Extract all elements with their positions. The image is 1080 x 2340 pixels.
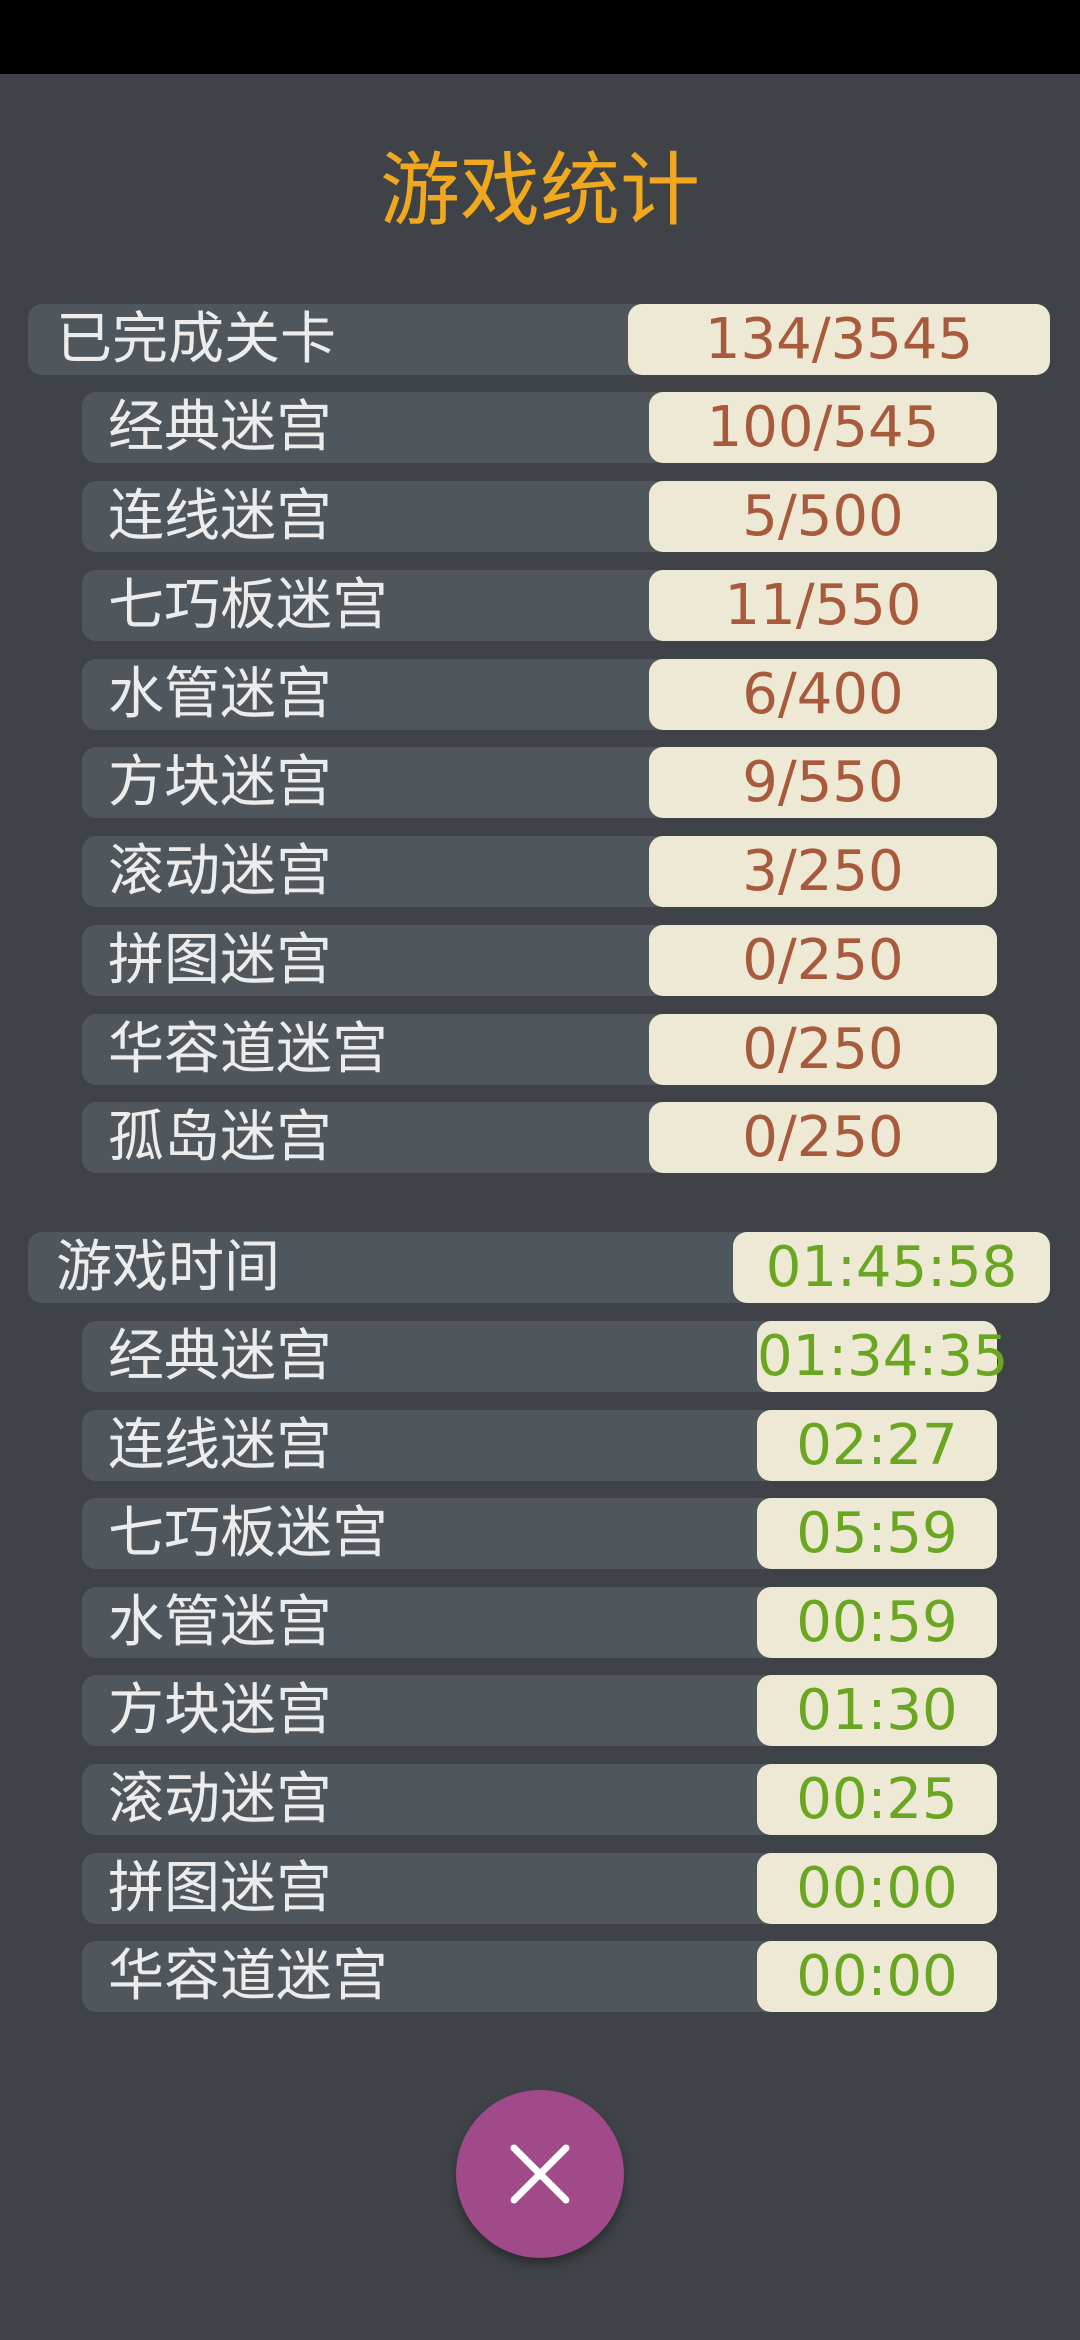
playtime-row-puzzle: 拼图迷宫 00:00 [82, 1853, 997, 1924]
completed-item-label: 华容道迷宫 [108, 1017, 388, 1082]
completed-item-label: 拼图迷宫 [108, 928, 332, 993]
playtime-row-block: 方块迷宫 01:30 [82, 1675, 997, 1746]
playtime-row-tangram: 七巧板迷宫 05:59 [82, 1498, 997, 1569]
playtime-item-value: 02:27 [757, 1410, 997, 1481]
close-icon [510, 2144, 570, 2204]
playtime-item-value: 01:30 [757, 1675, 997, 1746]
page-title: 游戏统计 [380, 144, 700, 237]
completed-row-island: 孤岛迷宫 0/250 [82, 1102, 997, 1173]
completed-row-huarong: 华容道迷宫 0/250 [82, 1014, 997, 1085]
completed-total-row: 已完成关卡 134/3545 [28, 304, 1050, 375]
playtime-item-value: 05:59 [757, 1498, 997, 1569]
playtime-row-huarong: 华容道迷宫 00:00 [82, 1941, 997, 2012]
completed-item-value: 11/550 [649, 570, 997, 641]
playtime-item-label: 经典迷宫 [108, 1324, 332, 1389]
completed-row-line: 连线迷宫 5/500 [82, 481, 997, 552]
playtime-row-classic: 经典迷宫 01:34:35 [82, 1321, 1009, 1392]
completed-row-puzzle: 拼图迷宫 0/250 [82, 925, 997, 996]
status-bar [0, 0, 1080, 74]
playtime-row-rolling: 滚动迷宫 00:25 [82, 1764, 997, 1835]
completed-item-value: 0/250 [649, 925, 997, 996]
completed-total-value: 134/3545 [628, 304, 1050, 375]
completed-item-value: 5/500 [649, 481, 997, 552]
playtime-total-value: 01:45:58 [733, 1232, 1050, 1303]
completed-item-label: 水管迷宫 [108, 662, 332, 727]
playtime-item-label: 拼图迷宫 [108, 1856, 332, 1921]
playtime-item-value: 00:25 [757, 1764, 997, 1835]
playtime-item-label: 滚动迷宫 [108, 1767, 332, 1832]
completed-item-value: 100/545 [649, 392, 997, 463]
close-button[interactable] [456, 2090, 624, 2258]
completed-row-classic: 经典迷宫 100/545 [82, 392, 997, 463]
completed-item-value: 0/250 [649, 1014, 997, 1085]
playtime-row-line: 连线迷宫 02:27 [82, 1410, 997, 1481]
playtime-item-label: 华容道迷宫 [108, 1944, 388, 2009]
playtime-item-value: 01:34:35 [757, 1321, 1009, 1392]
completed-item-value: 9/550 [649, 747, 997, 818]
playtime-item-label: 方块迷宫 [108, 1678, 332, 1743]
completed-row-tangram: 七巧板迷宫 11/550 [82, 570, 997, 641]
playtime-row-pipe: 水管迷宫 00:59 [82, 1587, 997, 1658]
completed-item-label: 连线迷宫 [108, 484, 332, 549]
completed-row-block: 方块迷宫 9/550 [82, 747, 997, 818]
completed-item-value: 0/250 [649, 1102, 997, 1173]
completed-total-label: 已完成关卡 [56, 307, 336, 372]
completed-item-label: 七巧板迷宫 [108, 573, 388, 638]
completed-row-rolling: 滚动迷宫 3/250 [82, 836, 997, 907]
completed-item-label: 经典迷宫 [108, 395, 332, 460]
stats-screen: 游戏统计 已完成关卡 134/3545 经典迷宫 100/545 连线迷宫 5/… [0, 74, 1080, 2340]
playtime-item-label: 七巧板迷宫 [108, 1501, 388, 1566]
completed-item-label: 孤岛迷宫 [108, 1105, 332, 1170]
completed-item-label: 滚动迷宫 [108, 839, 332, 904]
playtime-item-value: 00:00 [757, 1941, 997, 2012]
stats-list[interactable]: 已完成关卡 134/3545 经典迷宫 100/545 连线迷宫 5/500 七… [0, 304, 1080, 2014]
playtime-item-label: 水管迷宫 [108, 1590, 332, 1655]
completed-row-pipe: 水管迷宫 6/400 [82, 659, 997, 730]
playtime-item-value: 00:59 [757, 1587, 997, 1658]
playtime-total-label: 游戏时间 [56, 1235, 280, 1300]
playtime-total-row: 游戏时间 01:45:58 [28, 1232, 1050, 1303]
completed-item-label: 方块迷宫 [108, 750, 332, 815]
completed-item-value: 6/400 [649, 659, 997, 730]
completed-item-value: 3/250 [649, 836, 997, 907]
playtime-item-label: 连线迷宫 [108, 1413, 332, 1478]
playtime-item-value: 00:00 [757, 1853, 997, 1924]
